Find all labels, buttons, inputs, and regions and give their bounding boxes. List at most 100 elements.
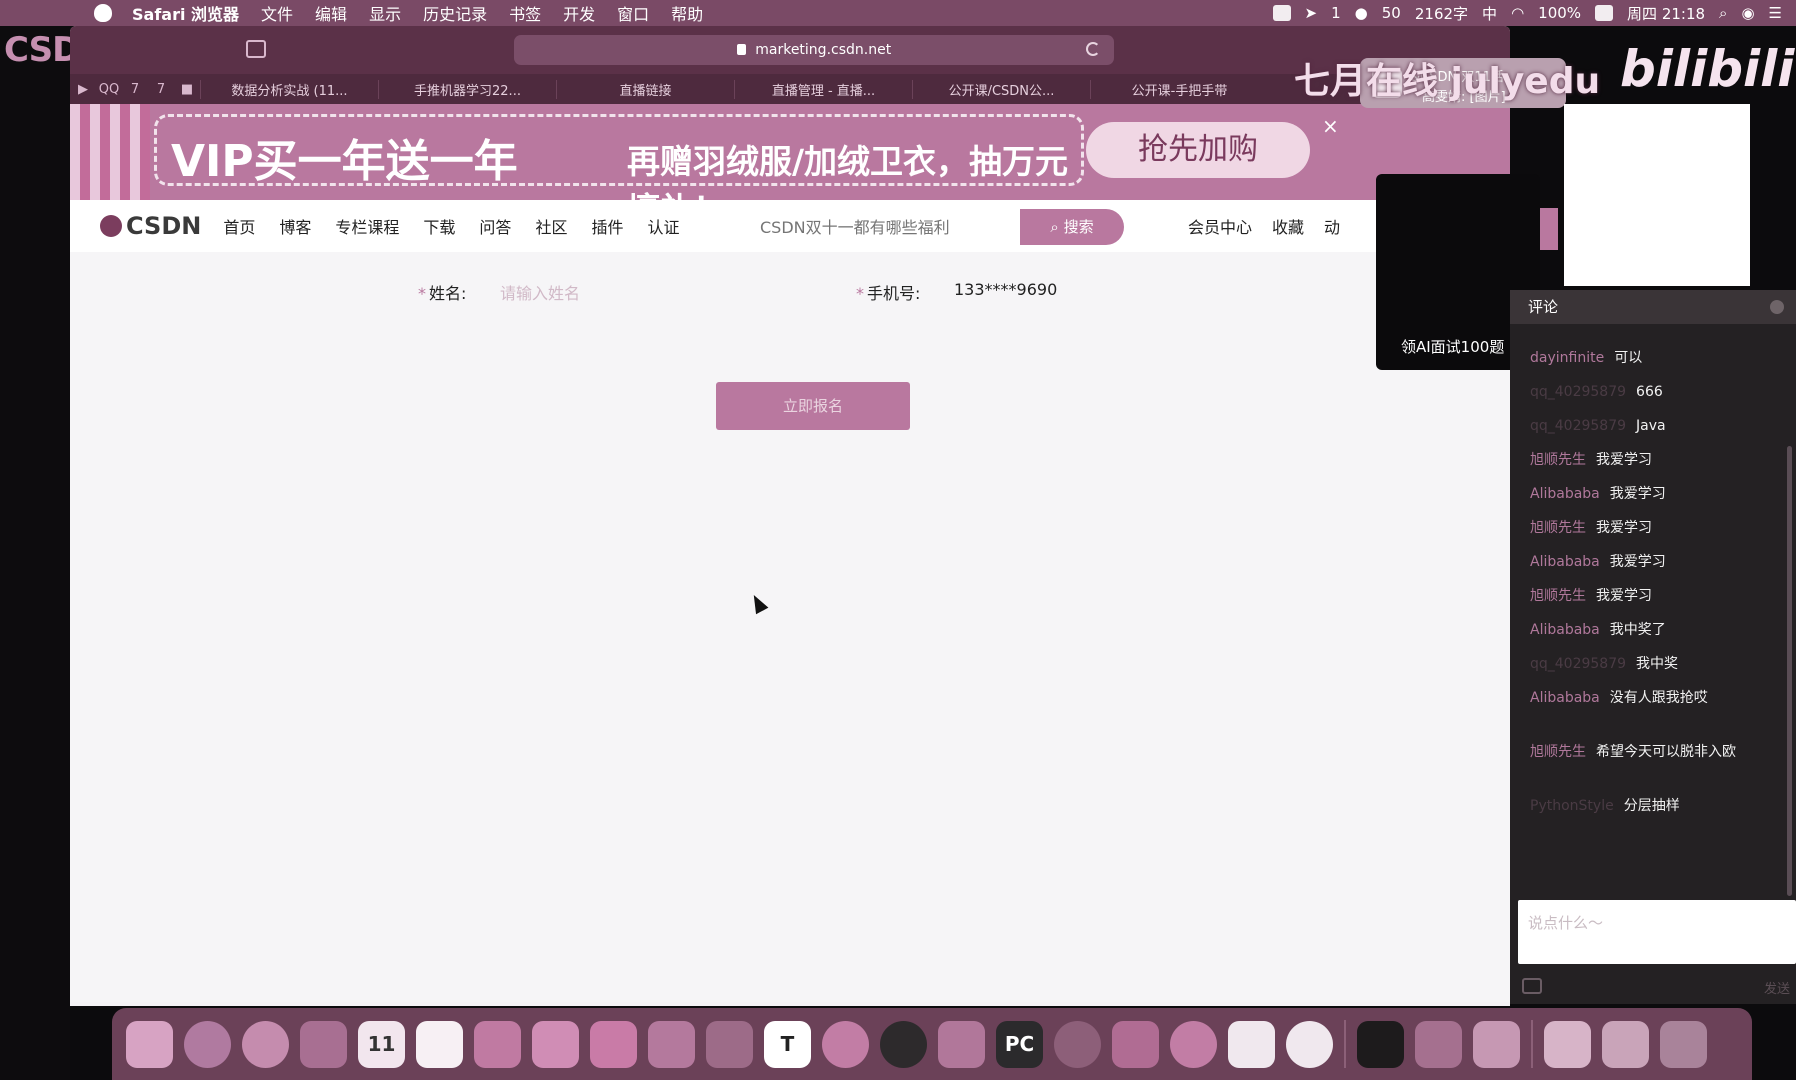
wifi-icon[interactable]: ◠ — [1511, 4, 1524, 22]
screen-icon[interactable] — [1272, 5, 1291, 21]
dock-qq-icon[interactable] — [880, 1020, 927, 1068]
tab-live-manage[interactable]: 直播管理 - 直播... — [734, 79, 912, 99]
nav-home[interactable]: 首页 — [223, 214, 255, 238]
banner-close-icon[interactable]: × — [1322, 114, 1339, 138]
comment-username[interactable]: Alibababa — [1530, 486, 1600, 502]
promo-banner[interactable]: VIP买一年送一年 再赠羽绒服/加绒卫衣，抽万元壕礼！ 抢先加购 × — [70, 104, 1510, 200]
comment-input[interactable]: 说点什么～ — [1518, 900, 1796, 964]
address-bar[interactable]: marketing.csdn.net — [514, 35, 1114, 65]
dock-preview-icon[interactable] — [300, 1020, 347, 1068]
menu-history[interactable]: 历史记录 — [423, 1, 487, 25]
comment-username[interactable]: qq_40295879 — [1530, 656, 1626, 672]
nav-dynamic[interactable]: 动 — [1324, 214, 1340, 238]
dock-mindmap-icon[interactable] — [474, 1020, 521, 1068]
comments-close-icon[interactable] — [1770, 300, 1784, 314]
comment-username[interactable]: PythonStyle — [1530, 798, 1614, 814]
comment-username[interactable]: 旭顺先生 — [1530, 520, 1586, 536]
menu-develop[interactable]: 开发 — [563, 1, 595, 25]
comment-username[interactable]: 旭顺先生 — [1530, 588, 1586, 604]
control-center-icon[interactable]: ☰ — [1769, 4, 1782, 22]
dock-typora-icon[interactable]: T — [764, 1020, 811, 1068]
image-upload-icon[interactable] — [1522, 978, 1542, 994]
menu-file[interactable]: 文件 — [261, 1, 293, 25]
pinned-tab[interactable]: ■ — [174, 82, 200, 97]
banner-buy-button[interactable]: 抢先加购 — [1086, 122, 1310, 178]
dock-photos-icon[interactable] — [1112, 1020, 1159, 1068]
comment-username[interactable]: Alibababa — [1530, 690, 1600, 706]
comment-username[interactable]: Alibababa — [1530, 554, 1600, 570]
comment-username[interactable]: qq_40295879 — [1530, 384, 1626, 400]
tab-data-analysis[interactable]: 数据分析实战 (11... — [200, 79, 378, 99]
dock-keynote-icon[interactable] — [648, 1020, 695, 1068]
pinned-tab[interactable]: 7 — [122, 82, 148, 97]
search-button[interactable]: ⌕ 搜索 — [1020, 209, 1124, 245]
nav-favorites[interactable]: 收藏 — [1272, 214, 1304, 238]
dock-safari-icon[interactable] — [242, 1020, 289, 1068]
dock-screenshot-icon[interactable] — [1473, 1020, 1520, 1068]
apple-menu-icon[interactable] — [94, 4, 112, 22]
tab-open-course[interactable]: 公开课/CSDN公... — [912, 79, 1090, 99]
dock-pages-icon[interactable] — [532, 1020, 579, 1068]
menu-window[interactable]: 窗口 — [617, 1, 649, 25]
comment-username[interactable]: 旭顺先生 — [1530, 744, 1586, 760]
notify-count[interactable]: 1 — [1331, 4, 1341, 22]
dock-trash-icon[interactable] — [1660, 1020, 1707, 1068]
pinned-tab[interactable]: QQ — [96, 82, 122, 97]
comment-username[interactable]: 旭顺先生 — [1530, 452, 1586, 468]
sidebar-toggle-icon[interactable] — [246, 40, 266, 58]
dock-chrome-icon[interactable] — [1286, 1020, 1333, 1068]
battery-icon[interactable] — [1595, 5, 1614, 21]
clock[interactable]: 周四 21:18 — [1627, 3, 1705, 24]
submit-button[interactable]: 立即报名 — [716, 382, 910, 430]
tab-live-link[interactable]: 直播链接 — [556, 79, 734, 99]
nav-plugin[interactable]: 插件 — [591, 214, 623, 238]
nav-download[interactable]: 下载 — [423, 214, 455, 238]
name-input[interactable]: 请输入姓名 — [500, 280, 580, 304]
dock-activity-icon[interactable] — [1054, 1020, 1101, 1068]
tab-open-course-2[interactable]: 公开课-手把手带 — [1090, 79, 1268, 99]
app-menu[interactable]: Safari 浏览器 — [132, 1, 239, 25]
dock-terminal-icon[interactable] — [1357, 1020, 1404, 1068]
dock-system-preferences-icon[interactable] — [706, 1020, 753, 1068]
dock-files-icon[interactable] — [1544, 1020, 1591, 1068]
comment-username[interactable]: Alibababa — [1530, 622, 1600, 638]
dock-finder-icon[interactable] — [126, 1020, 173, 1068]
dock-xmind-icon[interactable] — [938, 1020, 985, 1068]
menu-edit[interactable]: 编辑 — [315, 1, 347, 25]
comment-username[interactable]: qq_40295879 — [1530, 418, 1626, 434]
battery-label[interactable]: 100% — [1538, 4, 1581, 22]
comment-username[interactable]: dayinfinite — [1530, 350, 1604, 366]
phone-input[interactable]: 133****9690 — [954, 280, 1057, 299]
menu-view[interactable]: 显示 — [369, 1, 401, 25]
search-icon[interactable]: ⌕ — [1719, 4, 1727, 22]
pinned-tab[interactable]: 7 — [148, 82, 174, 97]
wechat-icon[interactable]: ● — [1355, 4, 1368, 22]
nav-qa[interactable]: 问答 — [479, 214, 511, 238]
search-input[interactable] — [760, 209, 1020, 245]
nav-cert[interactable]: 认证 — [647, 214, 679, 238]
nav-community[interactable]: 社区 — [535, 214, 567, 238]
menu-bookmarks[interactable]: 书签 — [509, 1, 541, 25]
dock-files2-icon[interactable] — [1602, 1020, 1649, 1068]
dock-firefox-icon[interactable] — [1170, 1020, 1217, 1068]
reload-icon[interactable] — [1086, 42, 1100, 56]
nav-member-center[interactable]: 会员中心 — [1188, 214, 1252, 238]
wechat-count[interactable]: 50 — [1382, 4, 1401, 22]
dock-pycharm-icon[interactable]: PC — [996, 1020, 1043, 1068]
dock-send-icon[interactable] — [1228, 1020, 1275, 1068]
siri-icon[interactable]: ◉ — [1741, 4, 1754, 22]
csdn-logo[interactable]: CSDN — [100, 212, 201, 240]
nav-courses[interactable]: 专栏课程 — [335, 214, 399, 238]
location-icon[interactable]: ➤ — [1305, 4, 1318, 22]
dock-player-icon[interactable] — [1415, 1020, 1462, 1068]
pinned-tab[interactable]: ▶ — [70, 82, 96, 97]
send-button[interactable]: 发送 — [1764, 978, 1790, 997]
dock-notes-icon[interactable] — [416, 1020, 463, 1068]
comments-scrollbar[interactable] — [1787, 446, 1792, 896]
dock-launchpad-icon[interactable] — [184, 1020, 231, 1068]
dock-numbers-icon[interactable] — [590, 1020, 637, 1068]
nav-blog[interactable]: 博客 — [279, 214, 311, 238]
dock-wechat-icon[interactable] — [822, 1020, 869, 1068]
dock-calendar-icon[interactable]: 11 — [358, 1020, 405, 1068]
tab-ml[interactable]: 手推机器学习22... — [378, 79, 556, 99]
